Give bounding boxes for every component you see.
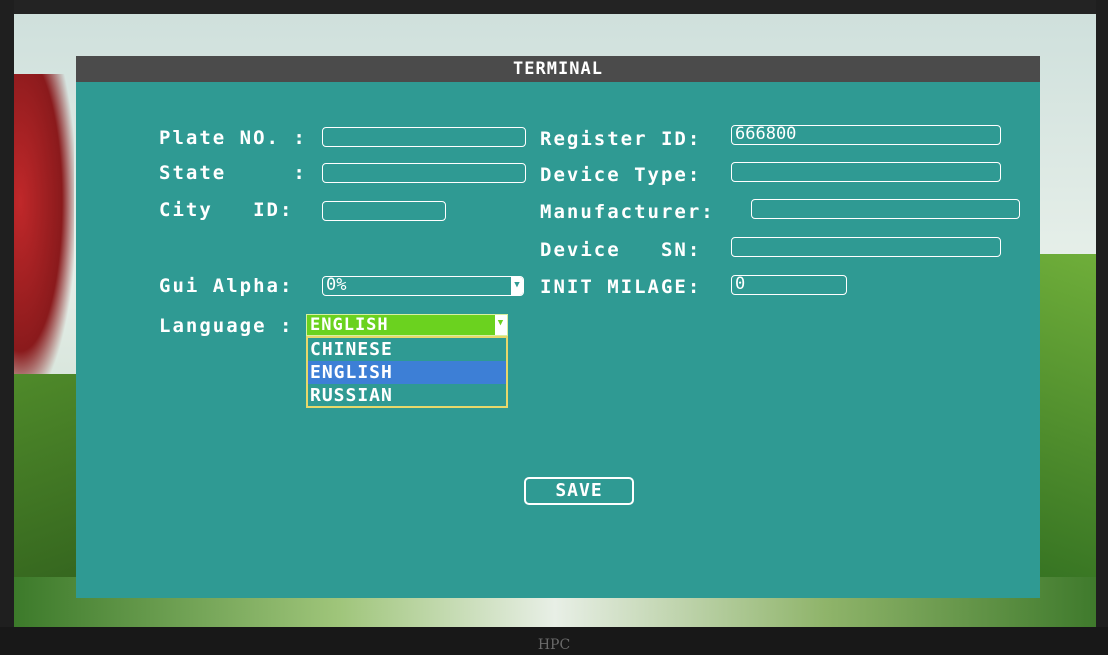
monitor-bezel-top: [0, 0, 1108, 14]
init-milage-field[interactable]: 0: [731, 275, 847, 295]
language-selected-value: ENGLISH: [310, 315, 389, 335]
register-id-label: Register ID:: [540, 128, 702, 150]
init-milage-label: INIT MILAGE:: [540, 276, 702, 298]
manufacturer-label: Manufacturer:: [540, 201, 715, 223]
device-sn-label: Device SN:: [540, 239, 702, 261]
language-select[interactable]: ENGLISH ▼: [306, 314, 508, 336]
monitor-bezel-right: [1096, 0, 1108, 655]
city-id-field[interactable]: [322, 201, 446, 221]
device-type-field[interactable]: [731, 162, 1001, 182]
gui-alpha-value: 0%: [326, 276, 347, 295]
state-field[interactable]: [322, 163, 526, 183]
language-option-russian[interactable]: RUSSIAN: [308, 384, 506, 407]
save-button[interactable]: SAVE: [524, 477, 634, 505]
monitor-bezel-left: [0, 0, 14, 655]
language-option-chinese[interactable]: CHINESE: [308, 338, 506, 361]
plate-no-field[interactable]: [322, 127, 526, 147]
chevron-down-icon[interactable]: ▼: [495, 315, 507, 335]
gui-alpha-select[interactable]: 0% ▼: [322, 276, 524, 296]
city-id-label: City ID:: [159, 199, 294, 221]
chevron-down-icon[interactable]: ▼: [511, 277, 523, 295]
language-label: Language :: [159, 315, 294, 337]
monitor-brand-logo: HPC: [537, 637, 571, 653]
background-decoration: [14, 74, 74, 394]
monitor-screen: TERMINAL Plate NO. : State : City ID: Gu…: [14, 14, 1096, 627]
device-type-label: Device Type:: [540, 164, 702, 186]
gui-alpha-label: Gui Alpha:: [159, 275, 294, 297]
dialog-title: TERMINAL: [76, 56, 1040, 82]
device-sn-field[interactable]: [731, 237, 1001, 257]
register-id-field[interactable]: 666800: [731, 125, 1001, 145]
language-option-english[interactable]: ENGLISH: [308, 361, 506, 384]
plate-no-label: Plate NO. :: [159, 127, 307, 149]
terminal-dialog: TERMINAL Plate NO. : State : City ID: Gu…: [76, 56, 1040, 598]
language-dropdown-list: CHINESE ENGLISH RUSSIAN: [306, 336, 508, 408]
manufacturer-field[interactable]: [751, 199, 1020, 219]
state-label: State :: [159, 162, 307, 184]
